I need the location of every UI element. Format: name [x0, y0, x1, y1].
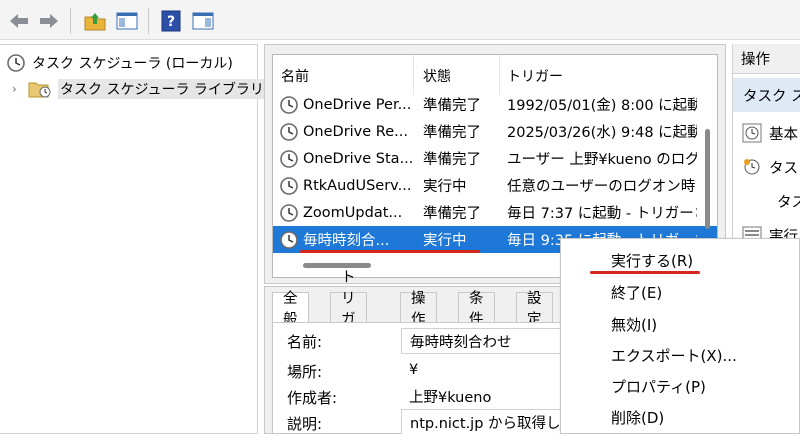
name-label: 名前: [287, 333, 323, 351]
toolbar-separator [70, 8, 71, 34]
show-hide-console-tree-icon[interactable] [114, 8, 140, 34]
annotation-underline [590, 271, 700, 274]
table-row[interactable]: OneDrive Re... 準備完了 2025/03/26(水) 9:48 に… [273, 118, 717, 145]
task-name: OneDrive Re... [303, 123, 408, 140]
column-header-name[interactable]: 名前 [281, 65, 309, 87]
task-trigger: 任意のユーザーのログオン時 [507, 179, 696, 195]
task-status: 準備完了 [423, 125, 481, 141]
show-hide-action-pane-icon[interactable] [190, 8, 216, 34]
task-clock-icon [280, 176, 298, 195]
tab-general[interactable]: 全般 [272, 291, 309, 328]
menu-item-properties[interactable]: プロパティ(P) [561, 371, 799, 402]
menu-item-disable[interactable]: 無効(I) [561, 309, 799, 340]
task-name: ZoomUpdat... [303, 204, 403, 221]
action-create-task[interactable]: タス [733, 152, 800, 182]
task-trigger: 1992/05/01(金) 8:00 に起動 [507, 98, 697, 114]
column-divider[interactable] [499, 55, 500, 95]
task-status: 実行中 [423, 233, 467, 249]
table-row[interactable]: ZoomUpdat... 準備完了 毎日 7:37 に起動 - トリガーさ [273, 199, 717, 226]
tab-actions[interactable]: 操作 [400, 291, 437, 328]
task-name: 毎時時刻合... [303, 233, 390, 249]
task-trigger: 毎日 7:37 に起動 - トリガーさ [507, 206, 697, 222]
action-label: タス [769, 160, 798, 177]
back-arrow-icon[interactable] [6, 8, 32, 34]
task-status: 実行中 [423, 179, 467, 195]
tab-triggers[interactable]: トリガー [330, 270, 367, 349]
column-header-status[interactable]: 状態 [423, 65, 451, 87]
basic-task-icon [742, 123, 762, 143]
toolbar-separator [148, 8, 149, 34]
toolbar: ? [0, 0, 800, 40]
task-name: OneDrive Per... [303, 96, 412, 113]
author-label: 作成者: [287, 389, 338, 407]
task-trigger: 2025/03/26(水) 9:48 に起動 [507, 125, 697, 141]
column-header-trigger[interactable]: トリガー [507, 65, 563, 87]
tree-item-root[interactable]: タスク スケジューラ (ローカル) [6, 51, 233, 75]
menu-item-end[interactable]: 終了(E) [561, 277, 799, 308]
description-label: 説明: [287, 415, 323, 433]
action-label: 基本 [769, 126, 798, 143]
task-trigger: ユーザー 上野¥kueno のログ [507, 152, 697, 168]
menu-item-export[interactable]: エクスポート(X)... [561, 340, 799, 371]
table-row[interactable]: OneDrive Sta... 準備完了 ユーザー 上野¥kueno のログ [273, 145, 717, 172]
actions-group-title[interactable]: タスク ス [733, 78, 800, 112]
task-status: 準備完了 [423, 152, 481, 168]
help-icon[interactable]: ? [158, 8, 184, 34]
location-label: 場所: [287, 363, 323, 381]
menu-item-delete[interactable]: 削除(D) [561, 402, 799, 433]
tree-library-label: タスク スケジューラ ライブラリ [58, 79, 266, 99]
folder-up-icon[interactable] [82, 8, 108, 34]
tree-item-library[interactable]: › タスク スケジューラ ライブラリ [12, 77, 266, 101]
create-task-icon [744, 159, 760, 175]
action-create-basic-task[interactable]: 基本 [733, 118, 800, 148]
tree-root-label: タスク スケジューラ (ローカル) [32, 56, 233, 72]
actions-header: 操作 [733, 44, 800, 74]
clock-icon [7, 54, 25, 72]
table-row[interactable]: OneDrive Per... 準備完了 1992/05/01(金) 8:00 … [273, 91, 717, 118]
forward-arrow-icon[interactable] [36, 8, 62, 34]
task-status: 準備完了 [423, 206, 481, 222]
task-clock-icon [280, 95, 298, 114]
action-label: タス [777, 194, 800, 211]
tab-settings[interactable]: 設定 [516, 291, 553, 328]
column-divider[interactable] [413, 55, 414, 95]
svg-text:?: ? [167, 14, 175, 30]
horizontal-scrollbar[interactable] [303, 263, 371, 268]
action-import-task[interactable]: タス [733, 186, 800, 216]
table-row[interactable]: RtkAudUServ... 実行中 任意のユーザーのログオン時 [273, 172, 717, 199]
task-clock-icon [280, 149, 298, 168]
task-name: RtkAudUServ... [303, 177, 412, 194]
context-menu: 実行する(R) 終了(E) 無効(I) エクスポート(X)... プロパティ(P… [560, 238, 800, 434]
annotation-underline [300, 250, 480, 253]
chevron-right-icon[interactable]: › [12, 82, 28, 96]
folder-clock-icon [28, 82, 51, 98]
task-clock-icon [280, 203, 298, 222]
tab-conditions[interactable]: 条件 [458, 291, 495, 328]
task-status: 準備完了 [423, 98, 481, 114]
task-name: OneDrive Sta... [303, 150, 414, 167]
console-tree: タスク スケジューラ (ローカル) › タスク スケジューラ ライブラリ [0, 44, 266, 434]
task-clock-icon [280, 122, 298, 141]
vertical-scrollbar[interactable] [705, 129, 710, 229]
task-clock-icon [280, 230, 298, 249]
